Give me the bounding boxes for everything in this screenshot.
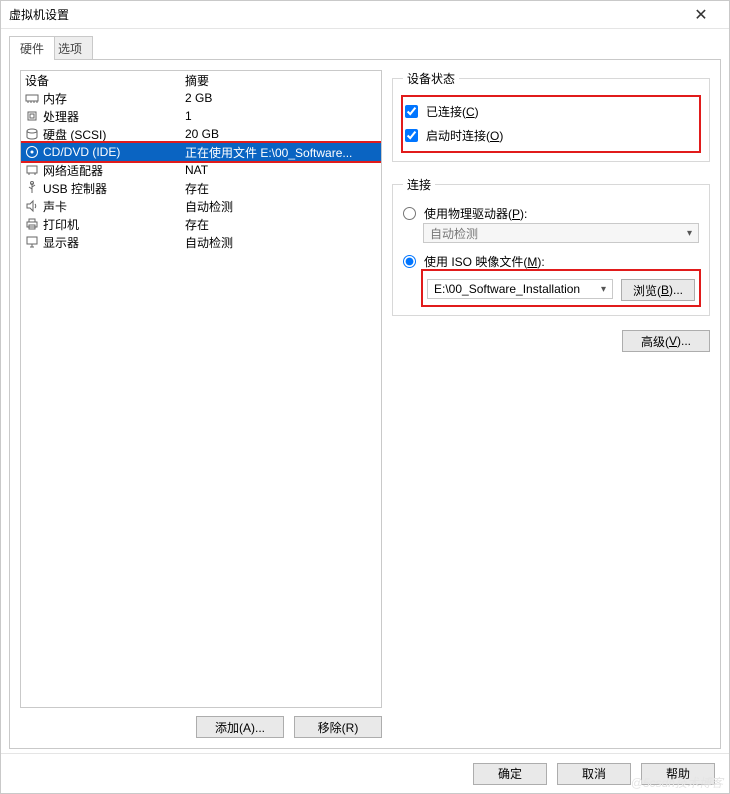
cpu-icon <box>25 109 39 123</box>
device-summary: 1 <box>185 109 381 123</box>
device-summary: 2 GB <box>185 91 381 105</box>
device-row-sound[interactable]: 声卡 自动检测 <box>21 197 381 215</box>
iso-path-value: E:\00_Software_Installation <box>434 282 580 296</box>
tabstrip: 硬件 选项 <box>9 35 721 59</box>
use-iso-label: 使用 ISO 映像文件(M): <box>424 253 545 270</box>
iso-path-combobox[interactable]: E:\00_Software_Installation ▾ <box>427 279 613 299</box>
window-title: 虚拟机设置 <box>9 6 681 23</box>
advanced-button[interactable]: 高级(V)... <box>622 330 710 352</box>
disk-icon <box>25 127 39 141</box>
physical-drive-select[interactable]: 自动检测 ▾ <box>423 223 699 243</box>
device-row-usb[interactable]: USB 控制器 存在 <box>21 179 381 197</box>
add-device-button[interactable]: 添加(A)... <box>196 716 284 738</box>
chevron-down-icon: ▾ <box>687 228 692 239</box>
device-table: 设备 摘要 内存 2 GB 处理器 1 硬盘 (SCSI) 20 GB <box>20 70 382 708</box>
connected-checkbox[interactable] <box>405 105 418 118</box>
use-physical-label: 使用物理驱动器(P): <box>424 205 527 222</box>
device-label: 内存 <box>43 90 67 107</box>
device-row-printer[interactable]: 打印机 存在 <box>21 215 381 233</box>
device-table-header: 设备 摘要 <box>21 71 381 89</box>
usb-icon <box>25 181 39 195</box>
device-row-network[interactable]: 网络适配器 NAT <box>21 161 381 179</box>
watermark: @5csdn技术博客 <box>631 774 723 791</box>
memory-icon <box>25 91 39 105</box>
device-label: 处理器 <box>43 108 79 125</box>
device-summary: NAT <box>185 163 381 177</box>
connect-at-poweron-label: 启动时连接(O) <box>426 127 503 144</box>
device-label: CD/DVD (IDE) <box>43 145 120 159</box>
device-label: 硬盘 (SCSI) <box>43 126 106 143</box>
titlebar: 虚拟机设置 ✕ <box>1 1 729 29</box>
chevron-down-icon: ▾ <box>601 284 606 295</box>
device-row-display[interactable]: 显示器 自动检测 <box>21 233 381 251</box>
device-summary: 自动检测 <box>185 234 381 251</box>
network-icon <box>25 163 39 177</box>
device-row-cpu[interactable]: 处理器 1 <box>21 107 381 125</box>
connection-legend: 连接 <box>403 176 435 193</box>
tab-hardware-panel: 设备 摘要 内存 2 GB 处理器 1 硬盘 (SCSI) 20 GB <box>9 59 721 749</box>
device-label: 声卡 <box>43 198 67 215</box>
device-status-legend: 设备状态 <box>403 70 459 87</box>
device-row-disk[interactable]: 硬盘 (SCSI) 20 GB <box>21 125 381 143</box>
device-label: 显示器 <box>43 234 79 251</box>
cd-icon <box>25 145 39 159</box>
remove-device-button[interactable]: 移除(R) <box>294 716 382 738</box>
device-summary: 20 GB <box>185 127 381 141</box>
sound-icon <box>25 199 39 213</box>
connect-at-poweron-checkbox[interactable] <box>405 129 418 142</box>
display-icon <box>25 235 39 249</box>
connection-group: 连接 使用物理驱动器(P): 自动检测 ▾ 使用 ISO 映像文件(M): <box>392 176 710 316</box>
device-summary: 自动检测 <box>185 198 381 215</box>
device-panel: 设备 摘要 内存 2 GB 处理器 1 硬盘 (SCSI) 20 GB <box>20 70 382 738</box>
tab-hardware[interactable]: 硬件 <box>9 36 55 60</box>
use-physical-radio[interactable] <box>403 207 416 220</box>
dialog-footer: 确定 取消 帮助 @5csdn技术博客 <box>1 753 729 793</box>
printer-icon <box>25 217 39 231</box>
device-label: 打印机 <box>43 216 79 233</box>
close-button[interactable]: ✕ <box>681 1 721 28</box>
device-details: 设备状态 已连接(C) 启动时连接(O) 连接 <box>392 70 710 738</box>
col-summary: 摘要 <box>185 72 381 89</box>
device-row-memory[interactable]: 内存 2 GB <box>21 89 381 107</box>
device-status-group: 设备状态 已连接(C) 启动时连接(O) <box>392 70 710 162</box>
use-iso-radio[interactable] <box>403 255 416 268</box>
col-device: 设备 <box>25 72 185 89</box>
connected-label: 已连接(C) <box>426 103 479 120</box>
ok-button[interactable]: 确定 <box>473 763 547 785</box>
device-summary: 正在使用文件 E:\00_Software... <box>185 144 381 161</box>
device-summary: 存在 <box>185 216 381 233</box>
vm-settings-window: 虚拟机设置 ✕ 硬件 选项 设备 摘要 内存 2 GB <box>0 0 730 794</box>
cancel-button[interactable]: 取消 <box>557 763 631 785</box>
device-summary: 存在 <box>185 180 381 197</box>
browse-button[interactable]: 浏览(B)... <box>621 279 695 301</box>
physical-drive-value: 自动检测 <box>430 225 478 242</box>
device-label: 网络适配器 <box>43 162 103 179</box>
device-label: USB 控制器 <box>43 180 107 197</box>
device-row-cddvd[interactable]: CD/DVD (IDE) 正在使用文件 E:\00_Software... <box>21 143 381 161</box>
